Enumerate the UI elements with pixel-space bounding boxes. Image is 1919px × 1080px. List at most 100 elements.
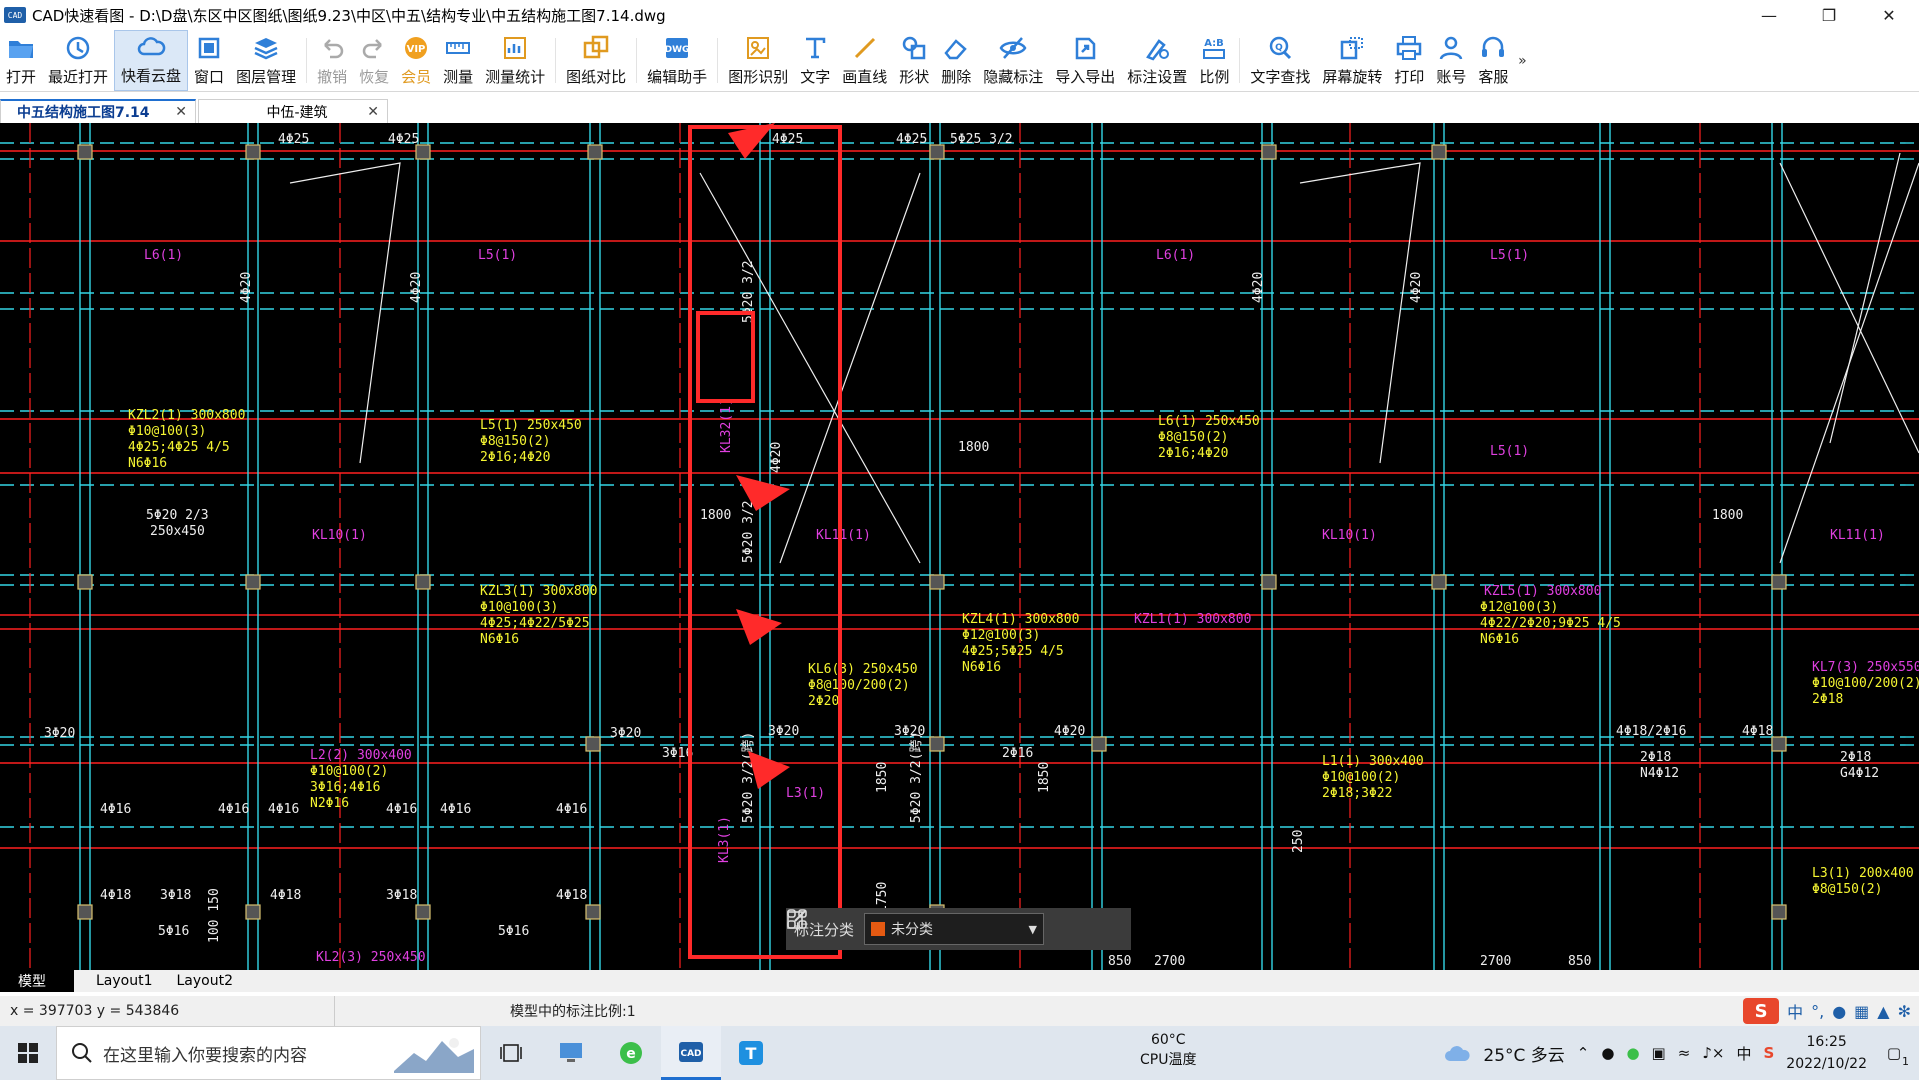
redo-button[interactable]: 恢复 [353, 30, 395, 91]
recent-open-button[interactable]: 最近打开 [42, 30, 114, 91]
edit-annotation-button[interactable] [787, 910, 1086, 944]
volume-mute-icon[interactable]: ♪× [1702, 1044, 1724, 1062]
dimension-label: 1850 [1037, 762, 1052, 793]
notification-icon: ▢ [1886, 1044, 1902, 1062]
close-window-button[interactable]: ✕ [1859, 0, 1919, 30]
category-color-swatch [871, 922, 886, 936]
measure-stats-button[interactable]: 测量统计 [479, 30, 551, 91]
cad-drawing: KZL2(1) 300x800 Φ10@100(3) 4Φ25;4Φ25 4/5… [0, 123, 1919, 970]
window-button[interactable]: 窗口 [188, 30, 230, 91]
sogou-tray-icon[interactable]: S [1763, 1044, 1774, 1062]
printer-icon [1397, 36, 1422, 60]
notification-button[interactable]: ▢ 1 [1879, 1044, 1909, 1068]
rebar-label: 5Φ16 [158, 924, 189, 939]
ime-indicator-icon[interactable]: 中 [1736, 1043, 1751, 1064]
minimize-button[interactable]: — [1739, 0, 1799, 30]
measure-button[interactable]: 测量 [437, 30, 479, 91]
taskbar-search-box[interactable]: 在这里输入你要搜索的内容 [56, 1026, 481, 1080]
rotate-screen-button[interactable]: 屏幕旋转 [1316, 30, 1388, 91]
tab-model[interactable]: 模型 [0, 970, 74, 992]
drawing-compare-button[interactable]: 图纸对比 [560, 30, 632, 91]
taskbar-app-browser[interactable]: e [601, 1026, 661, 1080]
chevron-down-icon: ▼ [1028, 922, 1038, 936]
close-tab-icon[interactable]: ✕ [367, 104, 379, 120]
rebar-label: 250x450 [150, 524, 205, 539]
taskbar-app-text[interactable]: T [721, 1026, 781, 1080]
ime-punctuation[interactable]: °, [1811, 1002, 1824, 1021]
ime-keyboard-icon[interactable]: ▦ [1854, 1002, 1869, 1021]
maximize-button[interactable]: ❐ [1799, 0, 1859, 30]
vip-button[interactable]: VIP 会员 [395, 30, 437, 91]
line-icon [854, 37, 875, 59]
cad-app-icon: CAD [679, 1041, 703, 1062]
measure-stats-icon [504, 37, 527, 59]
wifi-icon[interactable]: ≈ [1678, 1044, 1691, 1062]
layer-manager-button[interactable]: 图层管理 [230, 30, 302, 91]
ime-mode-chinese[interactable]: 中 [1787, 999, 1803, 1023]
shape-recognize-button[interactable]: 图形识别 [722, 30, 794, 91]
toolbar-separator [717, 38, 719, 83]
hide-annotation-button[interactable]: 隐藏标注 [977, 30, 1049, 91]
sogou-ime-icon[interactable]: S [1743, 998, 1780, 1024]
tab-architecture-drawing[interactable]: 中伍-建筑 ✕ [198, 99, 388, 123]
tab-layout2[interactable]: Layout2 [167, 970, 244, 992]
beam-label: KZL5(1) 300x800 [1484, 584, 1601, 599]
rebar-label: 4Φ25 [896, 132, 927, 147]
svg-text:e: e [626, 1046, 636, 1062]
rebar-label: 3Φ20 [768, 724, 799, 739]
chevron-up-icon[interactable]: ⌃ [1577, 1044, 1590, 1062]
tab-structure-drawing[interactable]: 中五结构施工图7.14 ✕ [0, 99, 196, 123]
taskbar-app-cad[interactable]: CAD [661, 1026, 721, 1080]
import-export-button[interactable]: 导入导出 [1049, 30, 1121, 91]
display-icon[interactable]: ▣ [1652, 1044, 1666, 1062]
import-export-icon [1076, 37, 1096, 60]
beam-label: 4Φ25;4Φ25 4/5 [128, 440, 230, 455]
beam-label: KL3(1) [717, 816, 732, 863]
beam-label: L6(1) [1156, 248, 1195, 263]
ime-voice-icon[interactable]: ● [1832, 1002, 1846, 1021]
scale-button[interactable]: A:B 比例 [1193, 30, 1235, 91]
beam-label: KL11(1) [1830, 528, 1885, 543]
highlight-small-box[interactable] [696, 311, 755, 403]
task-view-button[interactable] [481, 1026, 541, 1080]
close-tab-icon[interactable]: ✕ [175, 104, 187, 120]
delete-button[interactable]: 删除 [935, 30, 977, 91]
edit-assistant-button[interactable]: DWG 编辑助手 [641, 30, 713, 91]
weather-text[interactable]: 25°C 多云 [1483, 1041, 1564, 1066]
rebar-label: 4Φ18/2Φ16 [1616, 724, 1686, 739]
search-placeholder: 在这里输入你要搜索的内容 [103, 1045, 307, 1066]
annotation-settings-button[interactable]: 标注设置 [1121, 30, 1193, 91]
headset-icon [1482, 36, 1505, 57]
tab-layout1[interactable]: Layout1 [74, 970, 167, 992]
wechat-icon[interactable]: ● [1626, 1044, 1639, 1062]
cloud-disk-button[interactable]: 快看云盘 [114, 30, 189, 91]
rebar-label: 4Φ20 [409, 272, 424, 303]
qq-icon[interactable]: ● [1601, 1044, 1614, 1062]
annotation-category-select[interactable]: 未分类 ▼ [864, 913, 1045, 945]
text-app-icon: T [739, 1041, 763, 1065]
redo-icon [362, 39, 382, 59]
open-button[interactable]: 打开 [0, 30, 42, 91]
print-button[interactable]: 打印 [1388, 30, 1430, 91]
system-clock[interactable]: 16:25 2022/10/22 [1786, 1031, 1867, 1075]
toolbar-more-button[interactable]: » [1514, 30, 1530, 91]
account-button[interactable]: 账号 [1430, 30, 1472, 91]
undo-button[interactable]: 撤销 [311, 30, 353, 91]
dimension-label: 1850 [875, 762, 890, 793]
toolbar-separator [636, 38, 638, 83]
beam-label: L5(1) 250x450 [480, 418, 582, 433]
taskbar-app-computer[interactable] [541, 1026, 601, 1080]
drawing-canvas[interactable]: KZL2(1) 300x800 Φ10@100(3) 4Φ25;4Φ25 4/5… [0, 123, 1919, 970]
beam-label: Φ10@100(2) [310, 764, 388, 779]
user-icon [1440, 36, 1463, 60]
draw-line-button[interactable]: 画直线 [836, 30, 893, 91]
ime-settings-icon[interactable]: ✻ [1898, 1002, 1911, 1021]
rebar-label: 4Φ25 [388, 132, 419, 147]
ime-skin-icon[interactable]: ▲ [1877, 1002, 1889, 1021]
document-tabs: 中五结构施工图7.14 ✕ 中伍-建筑 ✕ [0, 97, 1919, 123]
text-button[interactable]: 文字 [794, 30, 836, 91]
text-search-button[interactable]: Q 文字查找 [1244, 30, 1316, 91]
customer-service-button[interactable]: 客服 [1472, 30, 1514, 91]
shape-button[interactable]: 形状 [893, 30, 935, 91]
windows-start-button[interactable] [0, 1026, 56, 1080]
